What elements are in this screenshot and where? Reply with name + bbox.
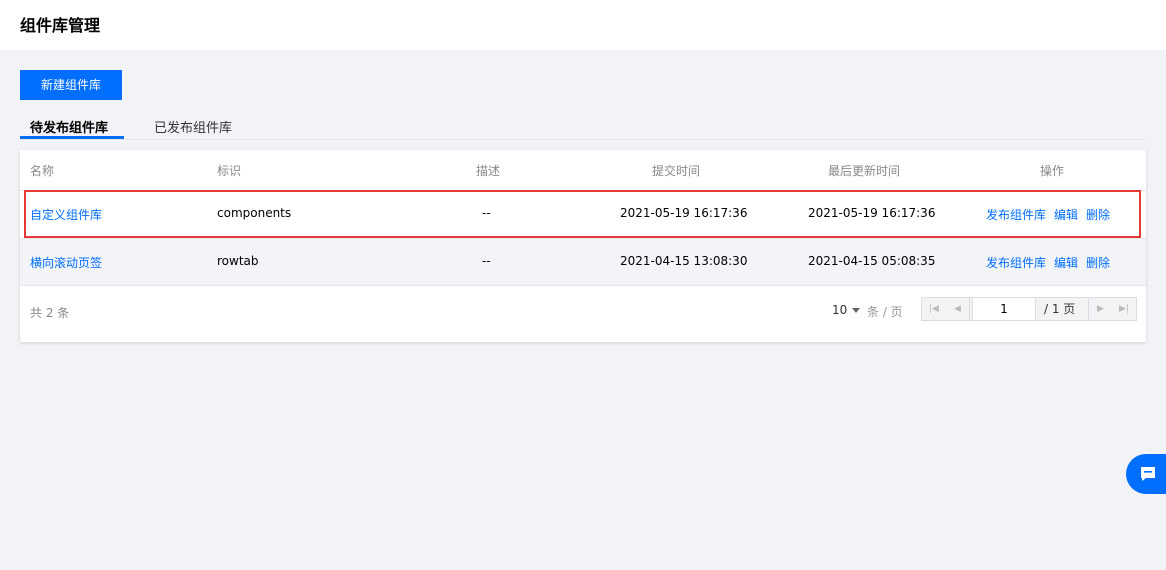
- next-page-icon[interactable]: ▶: [1088, 298, 1112, 320]
- page-title: 组件库管理: [20, 16, 101, 35]
- row-name-link[interactable]: 自定义组件库: [30, 206, 102, 223]
- row-description: --: [482, 206, 491, 220]
- total-count: 共 2 条: [30, 306, 70, 320]
- chat-icon: [1141, 467, 1155, 481]
- caret-down-icon: [852, 308, 861, 313]
- tab-published[interactable]: 已发布组件库: [154, 117, 232, 136]
- row-submitted-time: 2021-04-15 13:08:30: [620, 254, 748, 268]
- publish-library-link[interactable]: 发布组件库: [986, 254, 1046, 271]
- active-tab-indicator: [20, 136, 124, 139]
- row-identifier: rowtab: [217, 254, 259, 268]
- table-row: 横向滚动页签 rowtab -- 2021-04-15 13:08:30 202…: [20, 238, 1146, 286]
- edit-link[interactable]: 编辑: [1054, 206, 1078, 223]
- column-header-id: 标识: [217, 164, 242, 178]
- prev-page-icon[interactable]: ◀: [946, 298, 970, 320]
- column-header-submitted: 提交时间: [652, 164, 701, 178]
- pagination: |◀ ◀ 1 / 1 页 ▶ ▶|: [921, 297, 1137, 321]
- column-header-desc: 描述: [476, 164, 501, 178]
- page-size-select[interactable]: 10: [832, 303, 861, 317]
- table-footer: 共 2 条 10 条 / 页 |◀ ◀ 1 / 1 页 ▶ ▶|: [20, 285, 1146, 342]
- row-updated-time: 2021-04-15 05:08:35: [808, 254, 936, 268]
- last-page-icon[interactable]: ▶|: [1112, 298, 1136, 320]
- header: 组件库管理: [0, 0, 1166, 50]
- new-library-button[interactable]: 新建组件库: [20, 70, 122, 100]
- first-page-icon[interactable]: |◀: [922, 298, 946, 320]
- column-header-updated: 最后更新时间: [828, 164, 901, 178]
- row-name-link[interactable]: 横向滚动页签: [30, 254, 102, 271]
- page-number-input[interactable]: 1: [972, 298, 1036, 320]
- per-page-label: 条 / 页: [867, 305, 903, 319]
- tab-bar: 待发布组件库 已发布组件库: [20, 112, 1146, 140]
- row-updated-time: 2021-05-19 16:17:36: [808, 206, 936, 220]
- row-identifier: components: [217, 206, 292, 220]
- table-row: 自定义组件库 components -- 2021-05-19 16:17:36…: [20, 190, 1146, 238]
- publish-library-link[interactable]: 发布组件库: [986, 206, 1046, 223]
- column-header-actions: 操作: [1040, 164, 1065, 178]
- library-table: 名称 标识 描述 提交时间 最后更新时间 操作 自定义组件库 component…: [20, 150, 1146, 342]
- tab-pending[interactable]: 待发布组件库: [30, 117, 108, 136]
- page-size-value: 10: [832, 303, 848, 317]
- table-header: 名称 标识 描述 提交时间 最后更新时间 操作: [20, 150, 1146, 190]
- total-pages: / 1 页: [1044, 302, 1076, 316]
- column-header-name: 名称: [30, 164, 55, 178]
- edit-link[interactable]: 编辑: [1054, 254, 1078, 271]
- delete-link[interactable]: 删除: [1086, 254, 1110, 271]
- row-submitted-time: 2021-05-19 16:17:36: [620, 206, 748, 220]
- row-description: --: [482, 254, 491, 268]
- delete-link[interactable]: 删除: [1086, 206, 1110, 223]
- chat-button[interactable]: [1126, 454, 1166, 494]
